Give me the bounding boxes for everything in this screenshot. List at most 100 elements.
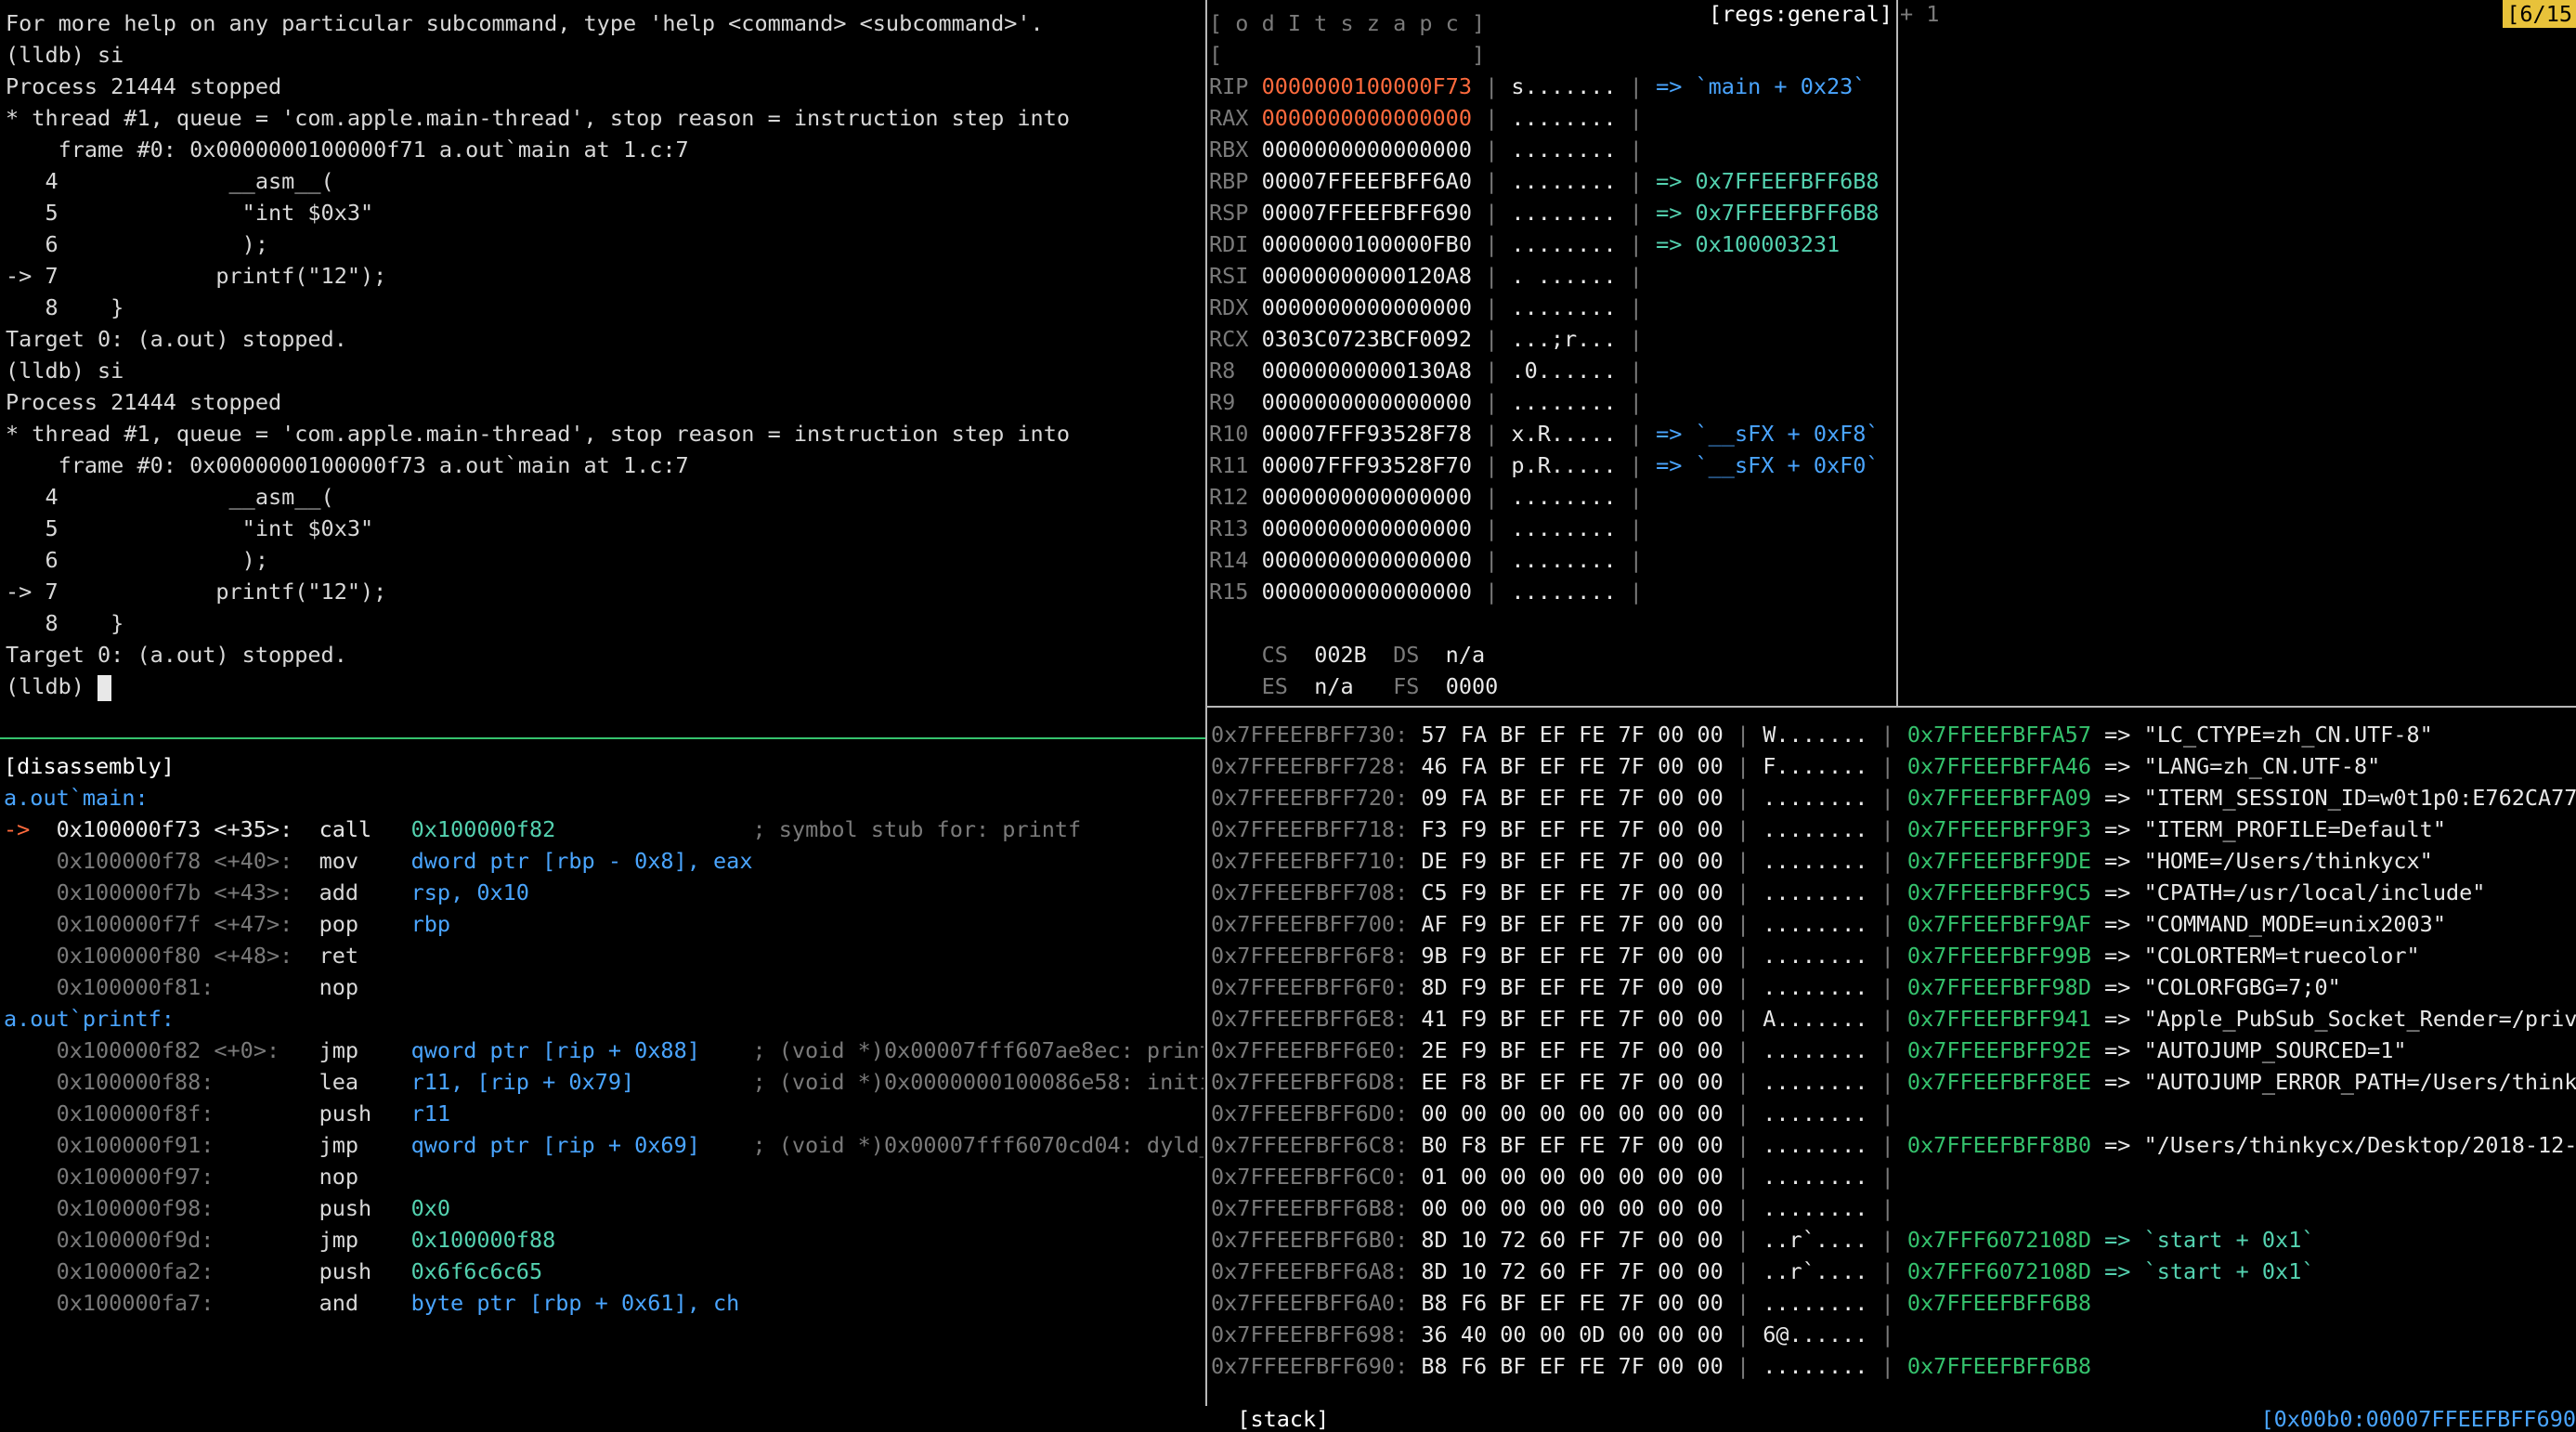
stack-row[interactable]: 0x7FFEEFBFF6B8: 00 00 00 00 00 00 00 00 … bbox=[1211, 1192, 2576, 1224]
register-row-rdx[interactable]: RDX 0000000000000000 | ........ | bbox=[1209, 292, 1894, 323]
register-value: 0000000000000000 bbox=[1261, 515, 1472, 541]
register-row-r10[interactable]: R10 00007FFF93528F78 | x.R..... | => `__… bbox=[1209, 418, 1894, 449]
stack-bytes: B8 F6 BF EF FE 7F 00 00 bbox=[1421, 1353, 1724, 1379]
current-instruction-arrow bbox=[4, 911, 57, 937]
stack-ascii: W....... bbox=[1763, 722, 1868, 748]
register-row-rax[interactable]: RAX 0000000000000000 | ........ | bbox=[1209, 102, 1894, 134]
stack-row[interactable]: 0x7FFEEFBFF710: DE F9 BF EF FE 7F 00 00 … bbox=[1211, 845, 2576, 877]
stack-row[interactable]: 0x7FFEEFBFF6F0: 8D F9 BF EF FE 7F 00 00 … bbox=[1211, 971, 2576, 1003]
register-ascii: ........ bbox=[1511, 389, 1617, 415]
disassembly-row[interactable]: 0x100000f91: jmp qword ptr [rip + 0x69] … bbox=[4, 1129, 1203, 1161]
stack-row[interactable]: 0x7FFEEFBFF6C8: B0 F8 BF EF FE 7F 00 00 … bbox=[1211, 1129, 2576, 1161]
console-prompt: (lldb) bbox=[6, 673, 98, 699]
stack-pane[interactable]: 0x7FFEEFBFF730: 57 FA BF EF FE 7F 00 00 … bbox=[1211, 719, 2576, 1406]
stack-row[interactable]: 0x7FFEEFBFF6D8: EE F8 BF EF FE 7F 00 00 … bbox=[1211, 1066, 2576, 1098]
disassembly-row[interactable]: 0x100000f98: push 0x0 bbox=[4, 1192, 1203, 1224]
separator: | bbox=[1616, 484, 1657, 510]
vertical-divider-main[interactable] bbox=[1205, 0, 1207, 1406]
register-value: 0000000000000000 bbox=[1261, 137, 1472, 163]
disassembly-row[interactable]: 0x100000f81: nop bbox=[4, 971, 1203, 1003]
register-row-rbx[interactable]: RBX 0000000000000000 | ........ | bbox=[1209, 134, 1894, 165]
console-prompt-line[interactable]: (lldb) bbox=[6, 670, 1203, 702]
lldb-console[interactable]: For more help on any particular subcomma… bbox=[6, 7, 1203, 732]
instruction-mnemonic: push bbox=[319, 1195, 411, 1221]
disassembly-row[interactable]: 0x100000f88: lea r11, [rip + 0x79] ; (vo… bbox=[4, 1066, 1203, 1098]
registers-pane[interactable]: [ o d I t s z a p c ] [ ] RIP 0000000100… bbox=[1209, 0, 1894, 706]
stack-pointer-target: => "ITERM_PROFILE=Default" bbox=[2104, 816, 2446, 842]
stack-row[interactable]: 0x7FFEEFBFF6F8: 9B F9 BF EF FE 7F 00 00 … bbox=[1211, 940, 2576, 971]
register-value: 00000000000130A8 bbox=[1261, 358, 1472, 384]
stack-row[interactable]: 0x7FFEEFBFF698: 36 40 00 00 0D 00 00 00 … bbox=[1211, 1319, 2576, 1350]
separator: | bbox=[1867, 848, 1907, 874]
stack-row[interactable]: 0x7FFEEFBFF720: 09 FA BF EF FE 7F 00 00 … bbox=[1211, 782, 2576, 814]
disassembly-row[interactable]: 0x100000f8f: push r11 bbox=[4, 1098, 1203, 1129]
register-row-r13[interactable]: R13 0000000000000000 | ........ | bbox=[1209, 513, 1894, 544]
register-row-r9[interactable]: R9 0000000000000000 | ........ | bbox=[1209, 386, 1894, 418]
stack-ascii: ........ bbox=[1763, 1164, 1868, 1190]
register-row-rip[interactable]: RIP 0000000100000F73 | s....... | => `ma… bbox=[1209, 71, 1894, 102]
current-instruction-arrow bbox=[4, 848, 57, 874]
stack-row[interactable]: 0x7FFEEFBFF708: C5 F9 BF EF FE 7F 00 00 … bbox=[1211, 877, 2576, 908]
disassembly-row[interactable]: 0x100000f7f <+47>: pop rbp bbox=[4, 908, 1203, 940]
stack-row[interactable]: 0x7FFEEFBFF6E0: 2E F9 BF EF FE 7F 00 00 … bbox=[1211, 1035, 2576, 1066]
current-instruction-arrow bbox=[4, 1195, 57, 1221]
stack-row[interactable]: 0x7FFEEFBFF6B0: 8D 10 72 60 FF 7F 00 00 … bbox=[1211, 1224, 2576, 1256]
register-name: RBX bbox=[1209, 137, 1262, 163]
disassembly-row[interactable]: -> 0x100000f73 <+35>: call 0x100000f82 ;… bbox=[4, 814, 1203, 845]
register-row-rsi[interactable]: RSI 00000000000120A8 | . ...... | bbox=[1209, 260, 1894, 292]
stack-row[interactable]: 0x7FFEEFBFF6A0: B8 F6 BF EF FE 7F 00 00 … bbox=[1211, 1287, 2576, 1319]
register-pointer-target: => 0x7FFEEFBFF6B8 bbox=[1656, 168, 1880, 194]
instruction-mnemonic: nop bbox=[319, 974, 411, 1000]
console-line: 6 ); bbox=[6, 231, 268, 257]
stack-address: 0x7FFEEFBFF6A0: bbox=[1211, 1290, 1422, 1316]
disassembly-row[interactable]: 0x100000f97: nop bbox=[4, 1161, 1203, 1192]
register-row-r14[interactable]: R14 0000000000000000 | ........ | bbox=[1209, 544, 1894, 576]
disassembly-row[interactable]: 0x100000f7b <+43>: add rsp, 0x10 bbox=[4, 877, 1203, 908]
separator: | bbox=[1723, 1227, 1763, 1253]
register-row-r15[interactable]: R15 0000000000000000 | ........ | bbox=[1209, 576, 1894, 607]
stack-row[interactable]: 0x7FFEEFBFF700: AF F9 BF EF FE 7F 00 00 … bbox=[1211, 908, 2576, 940]
stack-row[interactable]: 0x7FFEEFBFF718: F3 F9 BF EF FE 7F 00 00 … bbox=[1211, 814, 2576, 845]
disassembly-pane[interactable]: [disassembly] a.out`main: -> 0x100000f73 … bbox=[4, 750, 1203, 1406]
register-row-r12[interactable]: R12 0000000000000000 | ........ | bbox=[1209, 481, 1894, 513]
stack-ascii: ........ bbox=[1763, 1037, 1868, 1063]
disassembly-row[interactable]: 0x100000fa2: push 0x6f6c6c65 bbox=[4, 1256, 1203, 1287]
register-row-rdi[interactable]: RDI 0000000100000FB0 | ........ | => 0x1… bbox=[1209, 228, 1894, 260]
instruction-address: 0x100000f81: bbox=[56, 974, 319, 1000]
stack-ascii: ........ bbox=[1763, 1132, 1868, 1158]
secondary-registers-pane[interactable]: + 1 [6/15 bbox=[1898, 0, 2576, 706]
stack-pointer-value: 0x7FFEEFBFF9DE bbox=[1906, 848, 2091, 874]
disassembly-row[interactable]: 0x100000f80 <+48>: ret bbox=[4, 940, 1203, 971]
horizontal-divider-console[interactable] bbox=[0, 737, 1205, 739]
horizontal-divider-regs[interactable] bbox=[1207, 706, 2576, 708]
register-row-r8[interactable]: R8 00000000000130A8 | .0...... | bbox=[1209, 355, 1894, 386]
register-value: 00007FFF93528F78 bbox=[1261, 421, 1472, 447]
console-cursor[interactable] bbox=[98, 674, 112, 701]
stack-row[interactable]: 0x7FFEEFBFF6C0: 01 00 00 00 00 00 00 00 … bbox=[1211, 1161, 2576, 1192]
separator: | bbox=[1723, 1164, 1763, 1190]
stack-row[interactable]: 0x7FFEEFBFF6D0: 00 00 00 00 00 00 00 00 … bbox=[1211, 1098, 2576, 1129]
stack-row[interactable]: 0x7FFEEFBFF730: 57 FA BF EF FE 7F 00 00 … bbox=[1211, 719, 2576, 750]
stack-row[interactable]: 0x7FFEEFBFF728: 46 FA BF EF FE 7F 00 00 … bbox=[1211, 750, 2576, 782]
stack-pointer-target: => `start + 0x1` bbox=[2104, 1258, 2315, 1284]
register-row-rbp[interactable]: RBP 00007FFEEFBFF6A0 | ........ | => 0x7… bbox=[1209, 165, 1894, 197]
register-row-rcx[interactable]: RCX 0303C0723BCF0092 | ...;r... | bbox=[1209, 323, 1894, 355]
stack-pointer-target: => "LANG=zh_CN.UTF-8" bbox=[2104, 753, 2381, 779]
disassembly-row[interactable]: 0x100000fa7: and byte ptr [rbp + 0x61], … bbox=[4, 1287, 1203, 1319]
stack-address: 0x7FFEEFBFF718: bbox=[1211, 816, 1422, 842]
stack-row[interactable]: 0x7FFEEFBFF6E8: 41 F9 BF EF FE 7F 00 00 … bbox=[1211, 1003, 2576, 1035]
stack-address: 0x7FFEEFBFF6F0: bbox=[1211, 974, 1422, 1000]
disassembly-row[interactable]: 0x100000f82 <+0>: jmp qword ptr [rip + 0… bbox=[4, 1035, 1203, 1066]
separator: | bbox=[1471, 452, 1512, 478]
console-line: 8 } bbox=[6, 294, 124, 320]
register-value: 0303C0723BCF0092 bbox=[1261, 326, 1472, 352]
stack-row[interactable]: 0x7FFEEFBFF690: B8 F6 BF EF FE 7F 00 00 … bbox=[1211, 1350, 2576, 1382]
separator: | bbox=[1616, 326, 1657, 352]
disassembly-row[interactable]: 0x100000f9d: jmp 0x100000f88 bbox=[4, 1224, 1203, 1256]
register-row-r11[interactable]: R11 00007FFF93528F70 | p.R..... | => `__… bbox=[1209, 449, 1894, 481]
register-row-rsp[interactable]: RSP 00007FFEEFBFF690 | ........ | => 0x7… bbox=[1209, 197, 1894, 228]
stack-address: 0x7FFEEFBFF6D0: bbox=[1211, 1100, 1422, 1126]
disassembly-row[interactable]: 0x100000f78 <+40>: mov dword ptr [rbp - … bbox=[4, 845, 1203, 877]
separator: | bbox=[1867, 1100, 1907, 1126]
stack-row[interactable]: 0x7FFEEFBFF6A8: 8D 10 72 60 FF 7F 00 00 … bbox=[1211, 1256, 2576, 1287]
